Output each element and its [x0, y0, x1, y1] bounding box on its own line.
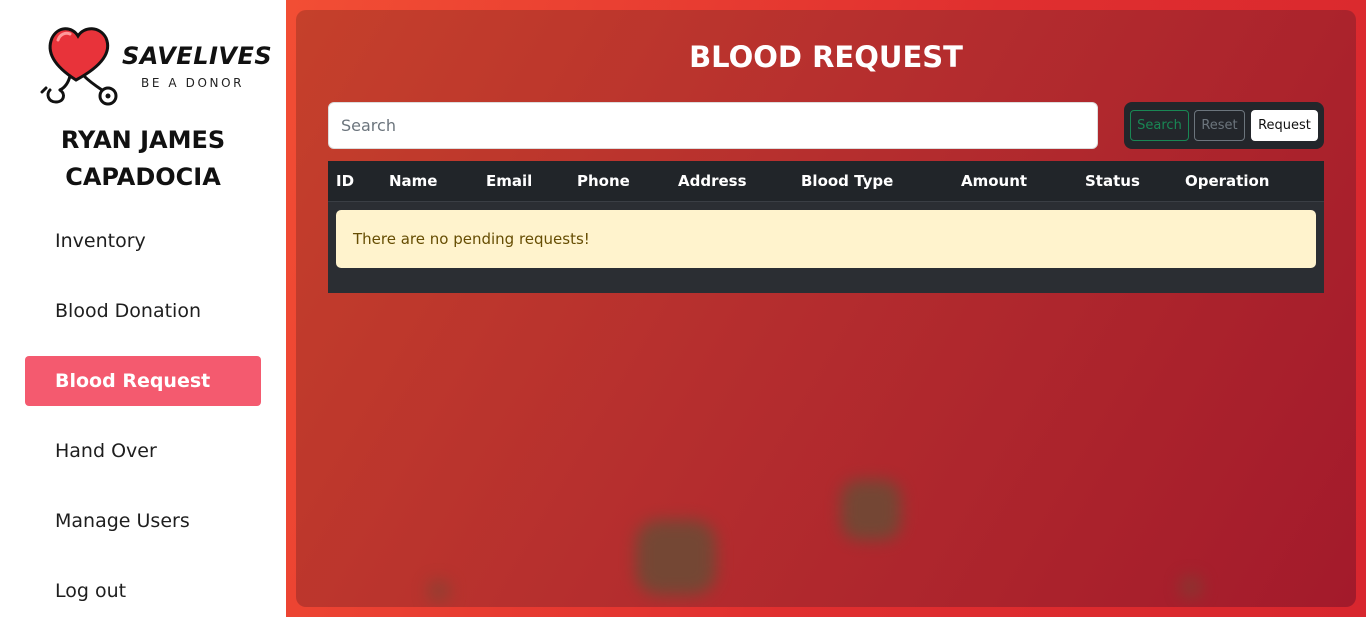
app-root: SAVELIVES BE A DONOR RYAN JAMES CAPADOCI…: [0, 0, 1366, 617]
column-header-name: Name: [389, 172, 438, 190]
column-header-operation: Operation: [1185, 172, 1270, 190]
brand-tagline: BE A DONOR: [141, 76, 245, 90]
sidebar-item-blood-donation[interactable]: Blood Donation: [25, 286, 261, 336]
column-header-phone: Phone: [577, 172, 630, 190]
logo: SAVELIVES BE A DONOR: [40, 22, 272, 112]
main-content: BLOOD REQUEST Search Reset Request ID Na…: [286, 0, 1366, 617]
column-header-blood-type: Blood Type: [801, 172, 894, 190]
sidebar-item-manage-users[interactable]: Manage Users: [25, 496, 261, 546]
sidebar-item-log-out[interactable]: Log out: [25, 566, 261, 616]
column-header-address: Address: [678, 172, 747, 190]
user-name: RYAN JAMES CAPADOCIA: [0, 122, 286, 196]
sidebar-item-blood-request[interactable]: Blood Request: [25, 356, 261, 406]
sidebar-item-hand-over[interactable]: Hand Over: [25, 426, 261, 476]
sidebar-item-inventory[interactable]: Inventory: [25, 216, 261, 266]
search-button[interactable]: Search: [1130, 110, 1189, 141]
column-header-email: Email: [486, 172, 533, 190]
background-blob: [636, 520, 716, 595]
requests-table: ID Name Email Phone Address Blood Type A…: [328, 161, 1324, 293]
page-title: BLOOD REQUEST: [689, 40, 963, 74]
column-header-status: Status: [1085, 172, 1140, 190]
column-header-amount: Amount: [961, 172, 1028, 190]
brand-name: SAVELIVES: [122, 42, 273, 70]
user-name-line1: RYAN JAMES: [60, 126, 226, 154]
content-panel: BLOOD REQUEST Search Reset Request ID Na…: [296, 10, 1356, 607]
reset-button[interactable]: Reset: [1194, 110, 1245, 141]
user-name-line2: CAPADOCIA: [65, 163, 221, 191]
sidebar: SAVELIVES BE A DONOR RYAN JAMES CAPADOCI…: [0, 0, 286, 617]
sidebar-nav: Inventory Blood Donation Blood Request H…: [25, 216, 261, 617]
empty-requests-alert: There are no pending requests!: [336, 210, 1316, 268]
background-blob: [841, 480, 901, 540]
background-blob: [428, 580, 450, 602]
column-header-id: ID: [336, 172, 355, 190]
search-input[interactable]: [328, 102, 1098, 149]
action-button-group: Search Reset Request: [1124, 102, 1324, 149]
background-blob: [1180, 576, 1202, 598]
table-header: ID Name Email Phone Address Blood Type A…: [328, 161, 1324, 202]
heart-stethoscope-icon: [40, 27, 118, 106]
request-button[interactable]: Request: [1251, 110, 1318, 141]
